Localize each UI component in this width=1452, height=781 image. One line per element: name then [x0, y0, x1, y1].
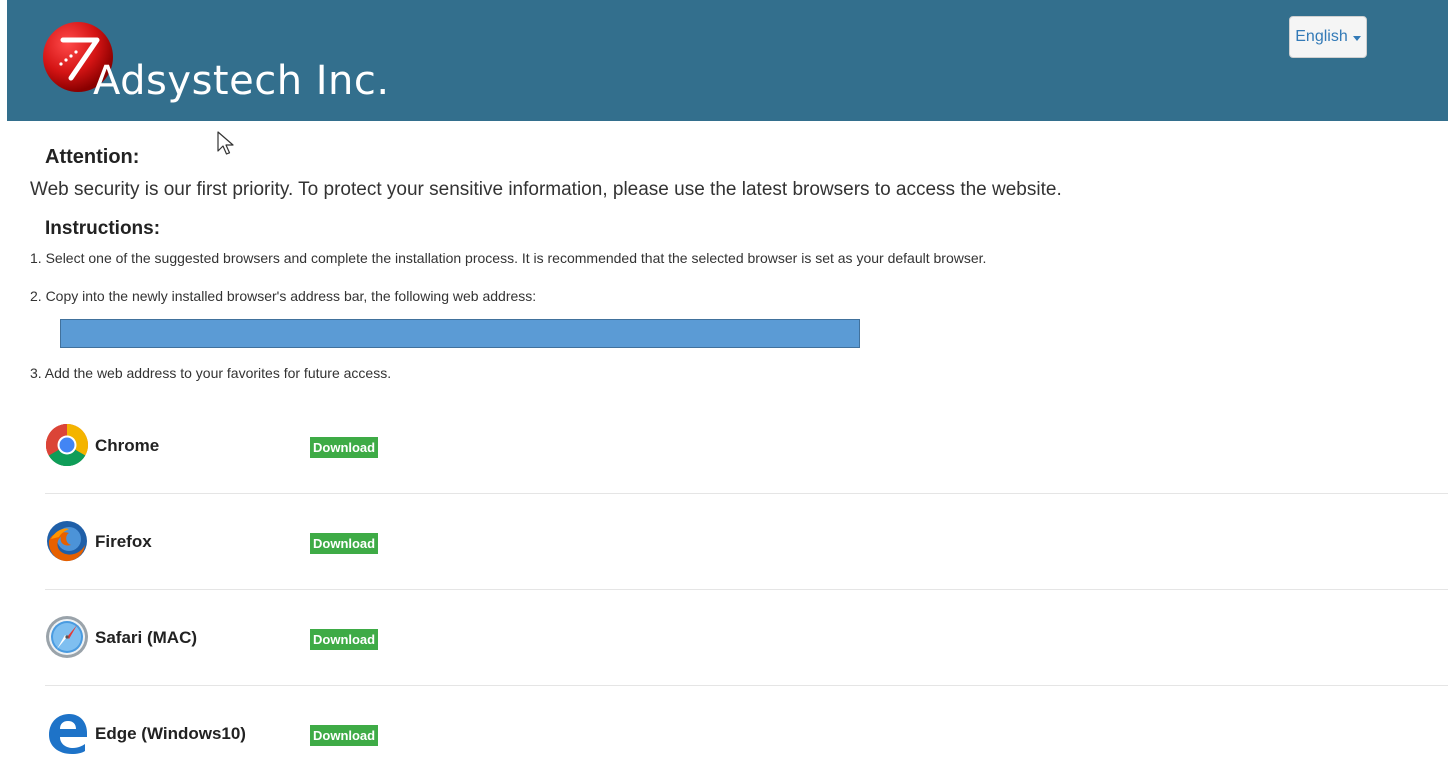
attention-text: Web security is our first priority. To p…	[30, 179, 1062, 200]
download-safari-button[interactable]: Download	[310, 629, 379, 650]
browser-row-firefox: Firefox Download	[45, 493, 1448, 590]
browser-name-firefox: Firefox	[95, 532, 152, 551]
download-chrome-button[interactable]: Download	[310, 437, 379, 458]
chrome-icon	[45, 424, 89, 467]
browser-name-edge: Edge (Windows10)	[95, 724, 246, 743]
page-header: Adsystech Inc. English	[7, 0, 1448, 121]
download-firefox-button[interactable]: Download	[310, 533, 379, 554]
browser-row-safari: Safari (MAC) Download	[45, 589, 1448, 686]
browser-name-chrome: Chrome	[95, 436, 160, 455]
company-logo[interactable]: Adsystech Inc.	[41, 20, 441, 110]
instruction-step-3: 3. Add the web address to your favorites…	[30, 365, 392, 381]
caret-down-icon	[1352, 35, 1361, 41]
web-address-field[interactable]	[60, 319, 860, 348]
browser-name-safari: Safari (MAC)	[95, 628, 198, 647]
instructions-heading: Instructions:	[45, 218, 161, 239]
edge-icon	[49, 714, 87, 754]
language-dropdown[interactable]: English	[1289, 16, 1367, 58]
download-edge-button[interactable]: Download	[310, 725, 379, 746]
attention-heading: Attention:	[45, 146, 140, 168]
firefox-icon	[47, 521, 87, 562]
mouse-cursor-icon	[217, 131, 234, 155]
language-label: English	[1295, 28, 1348, 45]
instruction-step-2: 2. Copy into the newly installed browser…	[30, 288, 537, 304]
company-name: Adsystech Inc.	[93, 58, 390, 104]
safari-icon	[46, 616, 88, 658]
browser-row-edge: Edge (Windows10) Download	[45, 685, 1448, 781]
instruction-step-1: 1. Select one of the suggested browsers …	[30, 250, 987, 266]
browser-row-chrome: Chrome Download	[45, 397, 1448, 494]
